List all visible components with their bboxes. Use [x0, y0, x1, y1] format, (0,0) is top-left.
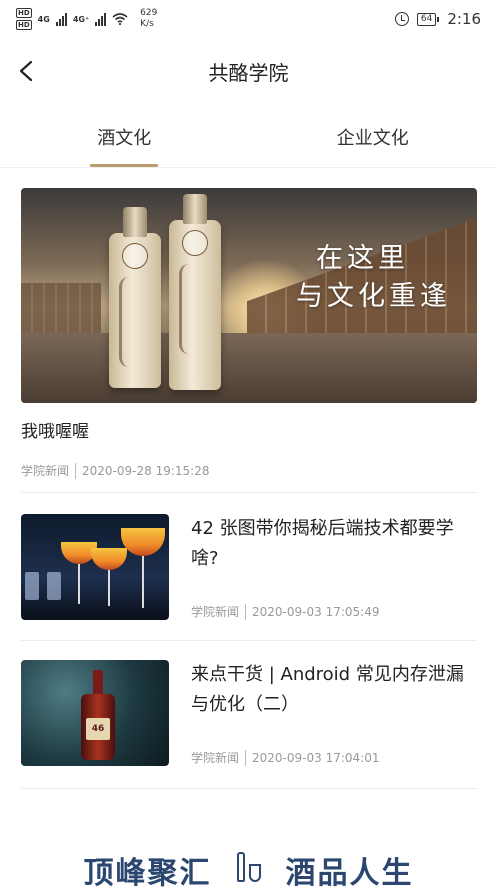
network-type-1: 4G [38, 15, 50, 24]
divider [21, 788, 477, 789]
publish-date: 2020-09-03 17:04:01 [252, 751, 379, 765]
article-thumbnail [21, 514, 169, 620]
battery-icon: 64 [417, 13, 439, 26]
tab-bar: 酒文化 企业文化 [0, 108, 497, 168]
hd-indicator: HD HD [16, 8, 32, 30]
back-arrow-icon[interactable] [16, 60, 38, 82]
article-thumbnail: 46 [21, 660, 169, 766]
signal-icon [56, 12, 67, 26]
tab-corporate-culture[interactable]: 企业文化 [249, 108, 497, 167]
network-type-2: 4G⁺ [73, 15, 89, 24]
title-bar: 共酪学院 [0, 44, 497, 98]
banner-right-text: 酒品人生 [286, 848, 414, 892]
bottle-glass-icon [234, 852, 264, 886]
article-meta: 学院新闻 2020-09-03 17:04:01 [191, 749, 477, 768]
divider [21, 640, 477, 641]
category-label: 学院新闻 [191, 749, 239, 766]
divider [21, 492, 477, 493]
bottle-image [169, 220, 221, 390]
featured-article[interactable]: 在这里 与文化重逢 我哦喔喔 学院新闻 2020-09-28 19:15:28 [21, 188, 477, 479]
list-item[interactable]: 42 张图带你揭秘后端技术都要学啥? 学院新闻 2020-09-03 17:05… [21, 514, 477, 622]
signal-icon-2 [95, 12, 106, 26]
clock: 2:16 [447, 10, 481, 28]
category-label: 学院新闻 [191, 603, 239, 620]
tab-wine-culture[interactable]: 酒文化 [0, 108, 249, 167]
publish-date: 2020-09-28 19:15:28 [82, 464, 209, 478]
banner-left-text: 顶峰聚汇 [84, 848, 212, 892]
status-bar: HD HD 4G 4G⁺ 629 K/s 64 2:16 [0, 0, 497, 38]
wifi-icon [112, 13, 128, 25]
featured-meta: 学院新闻 2020-09-28 19:15:28 [21, 462, 477, 479]
article-title: 来点干货 | Android 常见内存泄漏与优化（二） [191, 660, 477, 720]
network-speed: 629 K/s [140, 8, 157, 30]
list-item[interactable]: 46 来点干货 | Android 常见内存泄漏与优化（二） 学院新闻 2020… [21, 660, 477, 768]
article-meta: 学院新闻 2020-09-03 17:05:49 [191, 603, 477, 622]
publish-date: 2020-09-03 17:05:49 [252, 605, 379, 619]
featured-title: 我哦喔喔 [21, 417, 477, 442]
brand-banner: 顶峰聚汇 酒品人生 [0, 848, 497, 888]
page-title: 共酪学院 [209, 57, 289, 86]
alarm-icon [395, 12, 409, 26]
article-title: 42 张图带你揭秘后端技术都要学啥? [191, 514, 477, 574]
featured-image-text: 在这里 与文化重逢 [296, 240, 451, 316]
category-label: 学院新闻 [21, 462, 69, 479]
bottle-image [109, 233, 161, 388]
featured-image: 在这里 与文化重逢 [21, 188, 477, 403]
